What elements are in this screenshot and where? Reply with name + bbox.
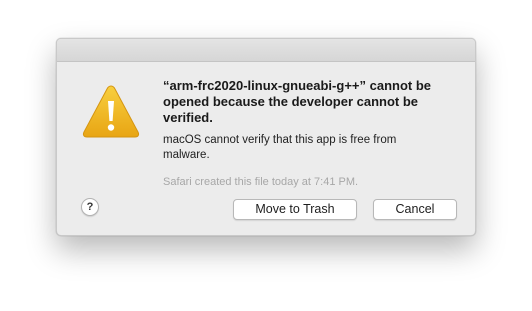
dialog-titlebar[interactable] [57, 39, 475, 62]
move-to-trash-button[interactable]: Move to Trash [233, 199, 357, 220]
help-button[interactable]: ? [81, 198, 99, 216]
dialog-info-text: Safari created this file today at 7:41 P… [163, 176, 359, 188]
dialog-title: “arm-frc2020-linux-gnueabi-g++” cannot b… [163, 78, 432, 125]
warning-icon [82, 85, 140, 138]
dialog-message: macOS cannot verify that this app is fre… [163, 134, 397, 161]
alert-dialog: “arm-frc2020-linux-gnueabi-g++” cannot b… [56, 38, 476, 236]
cancel-button[interactable]: Cancel [373, 199, 457, 220]
